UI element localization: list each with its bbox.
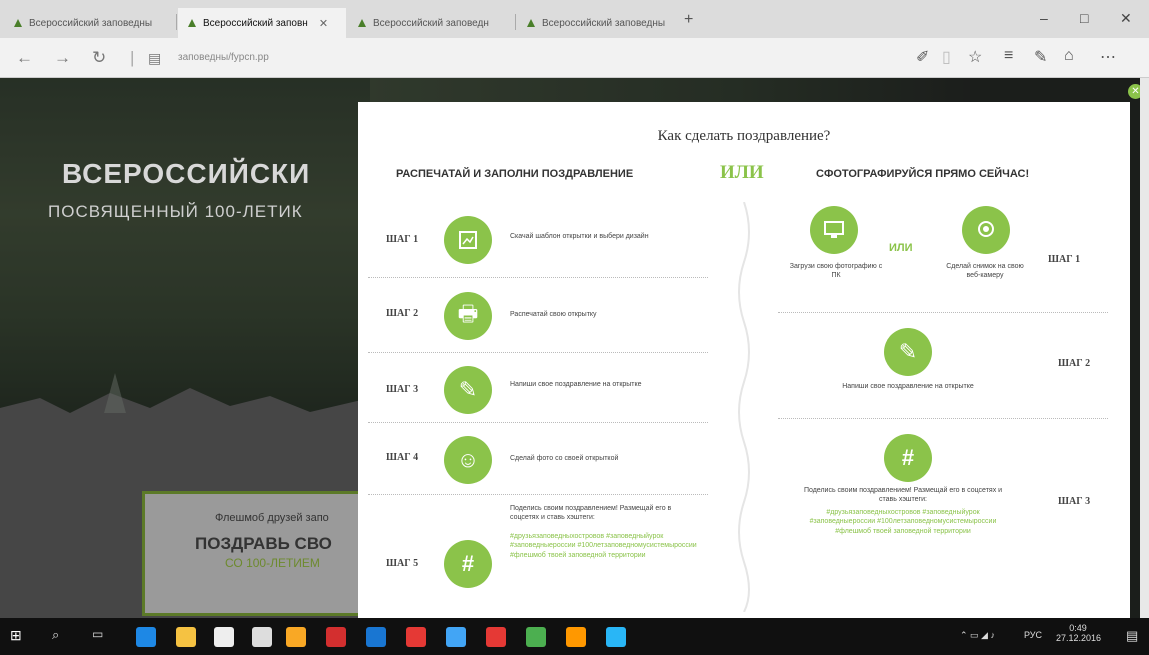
skype-icon[interactable] <box>606 627 626 647</box>
tab-label: Всероссийский заповн <box>203 17 308 29</box>
left-step4-text: Сделай фото со своей открыткой <box>510 455 619 462</box>
tray-icons[interactable]: ⌃ ▭ ◢ ♪ <box>960 630 995 641</box>
close-tab-icon[interactable]: ✕ <box>319 17 328 30</box>
task-view-icon[interactable]: ▭ <box>92 627 112 647</box>
right-step2-text: Напиши свое поздравление на открытке <box>842 383 974 390</box>
favicon-icon <box>186 17 198 29</box>
left-step3-text: Напиши свое поздравление на открытке <box>510 381 642 388</box>
taskbar: ⊞ ⌕ ▭ ⌃ ▭ ◢ ♪ РУС 0:49 27.12.2016 ▤ <box>0 618 1149 655</box>
promo-line3: СО 100-ЛЕТИЕМ <box>225 556 320 570</box>
explorer-icon[interactable] <box>176 627 196 647</box>
hub-icon[interactable]: ≡ <box>1004 47 1013 65</box>
right-header: СФОТОГРАФИРУЙСЯ ПРЯМО СЕЙЧАС! <box>816 168 1030 180</box>
right-step3-tags[interactable]: #друзьязаповедныхостровов #заповедныйуро… <box>798 508 1008 536</box>
page-content: ВСЕРОССИЙСКИ ПОСВЯЩЕННЫЙ 100-ЛЕТИК Флешм… <box>0 78 1149 618</box>
yandex-icon[interactable] <box>406 627 426 647</box>
printer-icon: 🖶 <box>444 292 492 340</box>
left-step4-label: ШАГ 4 <box>386 452 419 463</box>
forward-icon[interactable]: → <box>54 48 71 68</box>
left-step2-text: Распечатай свою открытку <box>510 311 597 318</box>
yandex-browser-icon[interactable] <box>486 627 506 647</box>
camera-text: Сделай снимок на свою веб-камеру <box>946 263 1024 280</box>
scrollbar[interactable] <box>1140 78 1149 618</box>
left-step3-label: ШАГ 3 <box>386 384 419 395</box>
hero-title: ВСЕРОССИЙСКИ <box>62 158 311 189</box>
favicon-icon <box>525 17 537 29</box>
store-icon[interactable] <box>214 627 234 647</box>
reading-view-icon[interactable]: ▯ <box>942 47 951 67</box>
instructions-modal: Как сделать поздравление? РАСПЕЧАТАЙ И З… <box>358 102 1130 618</box>
tab-4[interactable]: Всероссийский заповедны <box>517 8 681 38</box>
pen-icon-right: ✎ <box>884 328 932 376</box>
left-step5-tags[interactable]: #друзьязаповедныхостровов #заповедныйуро… <box>510 532 700 560</box>
divider: | <box>130 48 135 67</box>
left-step1-text: Скачай шаблон открытки и выбери дизайн <box>510 233 649 240</box>
back-icon[interactable]: ← <box>16 48 33 68</box>
pen-icon: ✎ <box>444 366 492 414</box>
url-field[interactable]: заповедны/fypcn.pp <box>178 52 269 63</box>
favorite-star-icon[interactable]: ☆ <box>968 47 982 67</box>
favicon-icon <box>356 17 368 29</box>
left-step2-label: ШАГ 2 <box>386 308 419 319</box>
hashtag-icon: # <box>444 540 492 588</box>
new-tab-icon[interactable]: + <box>684 11 693 29</box>
extension-icon[interactable]: ✐ <box>916 47 929 67</box>
maximize-button[interactable]: □ <box>1080 10 1088 26</box>
tab-2-active[interactable]: Всероссийский заповн ✕ <box>178 8 346 38</box>
upload-text: Загрузи свою фотографию с ПК <box>789 263 883 280</box>
webcam-icon[interactable] <box>962 206 1010 254</box>
tab-3[interactable]: Всероссийский заповедн <box>348 8 514 38</box>
more-icon[interactable]: ⋯ <box>1100 47 1116 67</box>
or-divider: ИЛИ <box>720 162 764 183</box>
edge-icon[interactable] <box>136 627 156 647</box>
template-icon <box>444 216 492 264</box>
right-step2-label: ШАГ 2 <box>1058 358 1091 369</box>
modal-title: Как сделать поздравление? <box>657 128 831 144</box>
hashtag-icon-right: # <box>884 434 932 482</box>
right-step3-text: Поделись своим поздравлением! Размещай е… <box>803 487 1003 504</box>
person-photo-icon: ☺ <box>444 436 492 484</box>
tab-label: Всероссийский заповедн <box>373 17 489 29</box>
or-small: ИЛИ <box>889 242 913 254</box>
app4-icon[interactable] <box>446 627 466 647</box>
left-step1-label: ШАГ 1 <box>386 234 419 245</box>
close-window-button[interactable]: ✕ <box>1120 10 1132 27</box>
tab-1[interactable]: Всероссийский заповедны <box>4 8 174 38</box>
hero-subtitle: ПОСВЯЩЕННЫЙ 100-ЛЕТИК <box>48 202 303 221</box>
acrobat-icon[interactable] <box>326 627 346 647</box>
tab-bar: Всероссийский заповедны Всероссийский за… <box>0 0 1149 38</box>
clock[interactable]: 0:49 27.12.2016 <box>1056 623 1102 643</box>
right-step3-label: ШАГ 3 <box>1058 496 1091 507</box>
tab-label: Всероссийский заповедны <box>542 17 666 29</box>
favicon-icon <box>12 17 24 29</box>
app5-icon[interactable] <box>526 627 546 647</box>
left-step5-label: ШАГ 5 <box>386 558 419 569</box>
notifications-icon[interactable]: ▤ <box>1126 628 1138 644</box>
app-icon[interactable] <box>252 627 272 647</box>
chrome-icon[interactable] <box>566 627 586 647</box>
language-indicator[interactable]: РУС <box>1024 630 1042 640</box>
minimize-button[interactable]: – <box>1040 10 1048 26</box>
refresh-icon[interactable]: ↻ <box>92 48 106 68</box>
web-note-icon[interactable]: ✎ <box>1034 47 1047 67</box>
wavy-divider <box>738 202 750 612</box>
windows-start-icon[interactable]: ⊞ <box>10 627 30 647</box>
promo-line1: Флешмоб друзей запо <box>215 512 329 524</box>
left-header: РАСПЕЧАТАЙ И ЗАПОЛНИ ПОЗДРАВЛЕНИЕ <box>396 168 634 180</box>
search-icon[interactable]: ⌕ <box>52 627 72 647</box>
clock-time: 0:49 <box>1069 623 1087 633</box>
promo-card: Флешмоб друзей запо ПОЗДРАВЬ СВО СО 100-… <box>142 491 382 616</box>
share-icon[interactable]: ⌂ <box>1064 47 1074 65</box>
clock-date: 27.12.2016 <box>1056 633 1102 643</box>
tab-label: Всероссийский заповедны <box>29 17 153 29</box>
right-step1-label: ШАГ 1 <box>1048 254 1081 265</box>
address-bar-row: ← → ↻ | ▤ заповедны/fypcn.pp ✐ ▯ ☆ ≡ ✎ ⌂… <box>0 38 1149 78</box>
computer-upload-icon[interactable] <box>810 206 858 254</box>
promo-line2: ПОЗДРАВЬ СВО <box>195 534 332 553</box>
app3-icon[interactable] <box>366 627 386 647</box>
page-icon: ▤ <box>148 50 162 66</box>
app2-icon[interactable] <box>286 627 306 647</box>
left-step5-text: Поделись своим поздравлением! Размещай е… <box>510 505 672 522</box>
